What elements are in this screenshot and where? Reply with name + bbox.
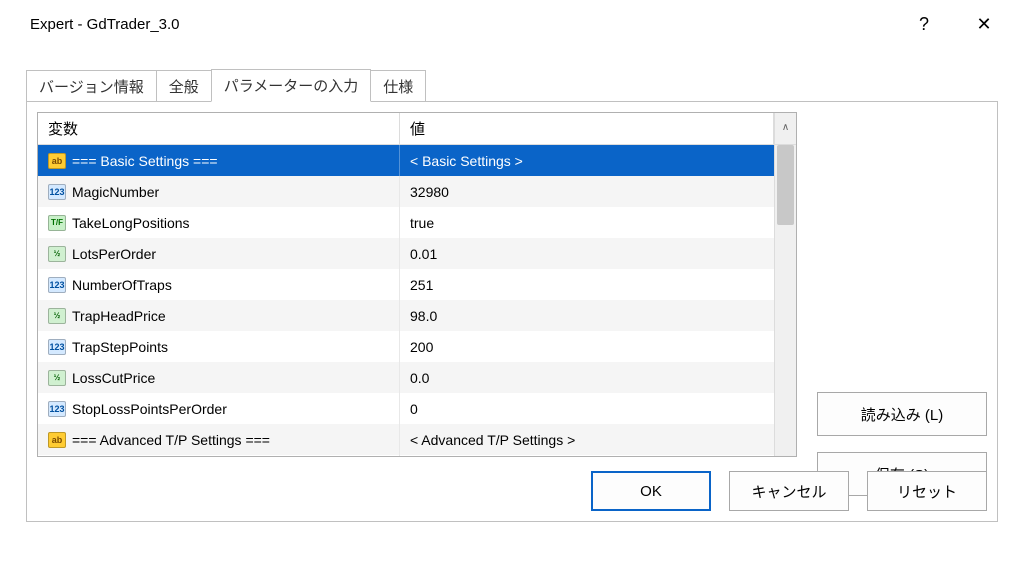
cell-variable: 123 MagicNumber	[38, 176, 400, 207]
double-type-icon: ½	[48, 308, 66, 324]
cell-value[interactable]: true	[400, 207, 774, 238]
table-row[interactable]: 123AutoTakeProfitPercentage100	[38, 455, 774, 456]
double-type-icon: ½	[48, 246, 66, 262]
help-button[interactable]: ?	[904, 14, 944, 35]
string-type-icon: ab	[48, 153, 66, 169]
scroll-up-arrow[interactable]: ∧	[774, 113, 796, 145]
grid-body: ab === Basic Settings === < Basic Settings…	[38, 145, 796, 456]
vertical-scrollbar[interactable]	[774, 145, 796, 456]
tab-3[interactable]: 仕様	[370, 70, 426, 102]
close-button[interactable]: ✕	[964, 14, 1004, 35]
cell-value[interactable]: 98.0	[400, 300, 774, 331]
cell-variable: T/F TakeLongPositions	[38, 207, 400, 238]
cell-variable: 123 TrapStepPoints	[38, 331, 400, 362]
variable-name: LossCutPrice	[72, 370, 155, 386]
table-row[interactable]: 123 TrapStepPoints 200	[38, 331, 774, 362]
tab-2[interactable]: パラメーターの入力	[211, 69, 372, 102]
column-header-value[interactable]: 値	[400, 113, 774, 145]
table-row[interactable]: ½ LossCutPrice 0.0	[38, 362, 774, 393]
string-type-icon: ab	[48, 432, 66, 448]
tab-panel: 変数 値 ∧ ab === Basic Settings === < Basic S…	[26, 102, 998, 522]
table-row[interactable]: 123 NumberOfTraps 251	[38, 269, 774, 300]
double-type-icon: ½	[48, 370, 66, 386]
cell-value[interactable]: < Advanced T/P Settings >	[400, 424, 774, 455]
tab-1[interactable]: 全般	[156, 70, 212, 102]
table-row[interactable]: ½ TrapHeadPrice 98.0	[38, 300, 774, 331]
integer-type-icon: 123	[48, 184, 66, 200]
table-row[interactable]: ab === Advanced T/P Settings === < Advance…	[38, 424, 774, 455]
integer-type-icon: 123	[48, 401, 66, 417]
cell-value[interactable]: 0.0	[400, 362, 774, 393]
scroll-down-arrow[interactable]	[775, 436, 796, 456]
integer-type-icon: 123	[48, 277, 66, 293]
cell-variable: 123 NumberOfTraps	[38, 269, 400, 300]
table-row[interactable]: ab === Basic Settings === < Basic Settings…	[38, 145, 774, 176]
parameter-grid: 変数 値 ∧ ab === Basic Settings === < Basic S…	[37, 112, 797, 457]
cell-value[interactable]: < Basic Settings >	[400, 145, 774, 176]
tab-0[interactable]: バージョン情報	[26, 70, 157, 102]
cell-variable: ½ LotsPerOrder	[38, 238, 400, 269]
variable-name: TrapStepPoints	[72, 339, 168, 355]
cancel-button[interactable]: キャンセル	[729, 471, 849, 511]
tab-underline	[26, 101, 998, 102]
cell-value[interactable]: 251	[400, 269, 774, 300]
reset-button[interactable]: リセット	[867, 471, 987, 511]
table-row[interactable]: T/F TakeLongPositions true	[38, 207, 774, 238]
variable-name: === Basic Settings ===	[72, 153, 218, 169]
scrollbar-track[interactable]	[775, 145, 796, 436]
cell-variable: 123AutoTakeProfitPercentage	[38, 455, 400, 456]
variable-name: TrapHeadPrice	[72, 308, 166, 324]
cell-value[interactable]: 32980	[400, 176, 774, 207]
variable-name: MagicNumber	[72, 184, 159, 200]
dialog-content: バージョン情報全般パラメーターの入力仕様 変数 値 ∧ ab === Basic …	[26, 70, 998, 541]
cell-value[interactable]: 0.01	[400, 238, 774, 269]
cell-value[interactable]: 200	[400, 331, 774, 362]
cell-variable: ½ TrapHeadPrice	[38, 300, 400, 331]
cell-variable: 123 StopLossPointsPerOrder	[38, 393, 400, 424]
cell-value[interactable]: 0	[400, 393, 774, 424]
integer-type-icon: 123	[48, 339, 66, 355]
titlebar: Expert - GdTrader_3.0 ? ✕	[0, 0, 1024, 48]
variable-name: NumberOfTraps	[72, 277, 172, 293]
bool-type-icon: T/F	[48, 215, 66, 231]
table-row[interactable]: ½ LotsPerOrder 0.01	[38, 238, 774, 269]
ok-button[interactable]: OK	[591, 471, 711, 511]
cell-variable: ab === Advanced T/P Settings ===	[38, 424, 400, 455]
cell-value[interactable]: 100	[400, 455, 774, 456]
column-header-variable[interactable]: 変数	[38, 113, 400, 145]
cell-variable: ½ LossCutPrice	[38, 362, 400, 393]
bottom-button-group: OK キャンセル リセット	[591, 471, 987, 511]
window-title: Expert - GdTrader_3.0	[20, 16, 904, 33]
grid-rows: ab === Basic Settings === < Basic Settings…	[38, 145, 774, 456]
variable-name: TakeLongPositions	[72, 215, 190, 231]
scrollbar-thumb[interactable]	[777, 145, 794, 225]
variable-name: StopLossPointsPerOrder	[72, 401, 227, 417]
variable-name: LotsPerOrder	[72, 246, 156, 262]
cell-variable: ab === Basic Settings ===	[38, 145, 400, 176]
variable-name: === Advanced T/P Settings ===	[72, 432, 270, 448]
load-button[interactable]: 読み込み (L)	[817, 392, 987, 436]
grid-header: 変数 値 ∧	[38, 113, 796, 145]
tab-strip: バージョン情報全般パラメーターの入力仕様	[26, 70, 998, 102]
table-row[interactable]: 123 MagicNumber 32980	[38, 176, 774, 207]
table-row[interactable]: 123 StopLossPointsPerOrder 0	[38, 393, 774, 424]
